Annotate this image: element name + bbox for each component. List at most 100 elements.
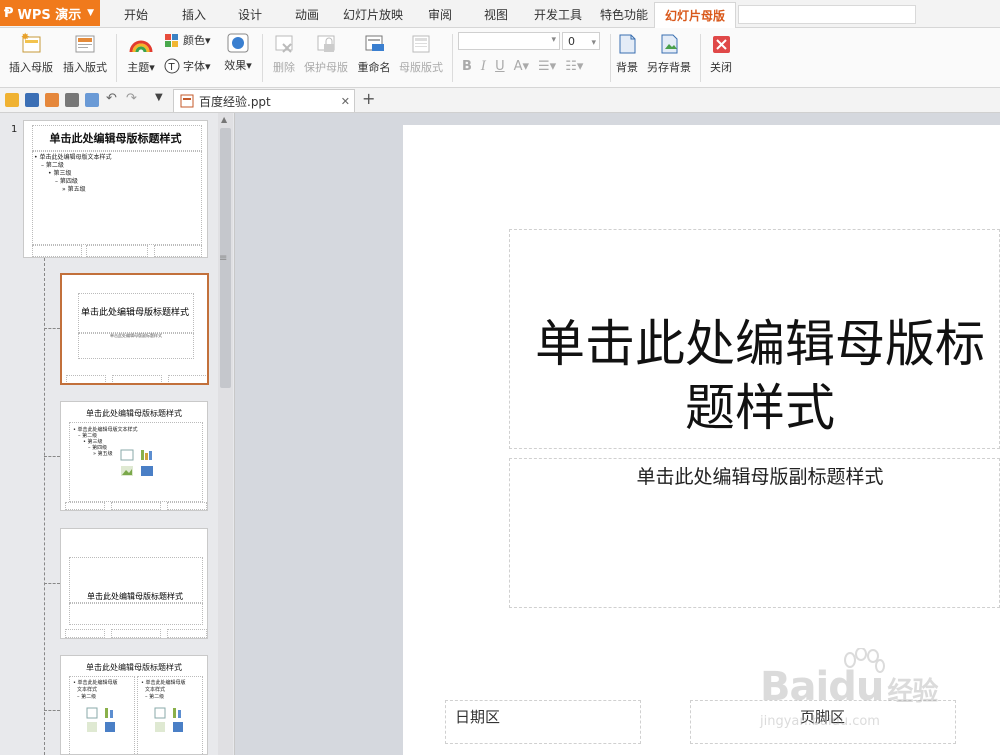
background-button[interactable]: 背景: [612, 32, 642, 78]
background-label: 背景: [616, 61, 638, 74]
master-slide-thumbnail[interactable]: 单击此处编辑母版标题样式 • 单击此处编辑母版文本样式 – 第二级 • 第三级 …: [23, 120, 208, 258]
effect-icon: [227, 33, 249, 53]
underline-button[interactable]: U: [495, 59, 505, 74]
tab-slide-master[interactable]: 幻灯片母版: [654, 2, 736, 28]
customize-dropdown-icon[interactable]: ▼: [155, 92, 163, 103]
footer-placeholder: [111, 502, 161, 510]
tab-developer[interactable]: 开发工具: [530, 4, 586, 26]
search-input[interactable]: [738, 5, 916, 24]
italic-button[interactable]: I: [481, 59, 486, 74]
master-layout-label: 母版版式: [399, 61, 443, 74]
app-name: WPS 演示: [17, 7, 82, 23]
content-placeholder-icons: [120, 449, 153, 476]
watermark-brand: Baidu 经验: [760, 664, 938, 710]
color-button[interactable]: 颜色 ▾: [164, 32, 220, 48]
close-icon: [713, 36, 730, 53]
save-as-icon[interactable]: [45, 93, 59, 107]
save-icon[interactable]: [25, 93, 39, 107]
theme-button[interactable]: 主题▾: [122, 32, 160, 78]
chevron-down-icon: ▾: [205, 33, 211, 47]
ribbon-divider: [700, 34, 701, 82]
save-background-button[interactable]: 另存背景: [644, 32, 694, 78]
ribbon-divider: [610, 34, 611, 82]
master-layout-icon: [412, 35, 430, 53]
close-tab-icon[interactable]: ✕: [341, 95, 350, 108]
title-layout-thumb-title: 单击此处编辑母版标题样式: [80, 308, 189, 318]
rename-button[interactable]: 重命名: [354, 32, 394, 78]
section-layout-thumbnail[interactable]: 单击此处编辑母版标题样式: [60, 528, 208, 639]
two-content-thumb-title: 单击此处编辑母版标题样式: [86, 663, 182, 672]
new-tab-icon[interactable]: +: [362, 89, 375, 108]
save-background-label: 另存背景: [647, 61, 691, 74]
layout-connector: [44, 456, 60, 457]
layout-connector: [44, 710, 60, 711]
number-placeholder: [154, 245, 202, 257]
svg-text:T: T: [168, 62, 176, 73]
section-layout-thumb-title: 单击此处编辑母版标题样式: [87, 592, 183, 601]
font-button[interactable]: T 字体 ▾: [164, 58, 220, 74]
effect-button[interactable]: 效果▾: [220, 32, 256, 78]
tab-home[interactable]: 开始: [114, 4, 158, 26]
content-layout-thumb-title: 单击此处编辑母版标题样式: [86, 409, 182, 418]
save-background-icon: [661, 34, 678, 54]
app-menu-button[interactable]: Ᵽ WPS 演示 ▼: [0, 0, 100, 26]
wps-logo-icon: Ᵽ: [4, 5, 14, 21]
font-size-select[interactable]: 0 ▾: [562, 32, 600, 50]
font-color-button[interactable]: A▾: [514, 59, 529, 74]
undo-icon[interactable]: ↶: [106, 91, 117, 106]
tab-slideshow[interactable]: 幻灯片放映: [340, 4, 406, 26]
right-column-text: • 单击此处编辑母版 文本样式 – 第二级: [141, 680, 186, 700]
print-preview-icon[interactable]: [85, 93, 99, 107]
protect-master-button[interactable]: 保护母版: [302, 32, 350, 78]
document-tab[interactable]: 百度经验.ppt ✕: [173, 89, 355, 112]
delete-label: 删除: [273, 61, 295, 74]
font-icon: T: [164, 58, 180, 74]
effect-label: 效果▾: [224, 59, 252, 72]
theme-rainbow-icon: [129, 40, 153, 53]
slide-subtitle[interactable]: 单击此处编辑母版副标题样式: [520, 462, 1000, 489]
scroll-up-icon[interactable]: ▲: [221, 115, 227, 124]
redo-icon[interactable]: ↷: [126, 91, 137, 106]
bold-button[interactable]: B: [462, 59, 472, 74]
right-placeholder-icons: [154, 707, 183, 732]
two-content-layout-thumbnail[interactable]: 单击此处编辑母版标题样式 • 单击此处编辑母版 文本样式 – 第二级 • 单击此…: [60, 655, 208, 755]
numbered-list-icon[interactable]: ☷▾: [565, 59, 583, 74]
tab-review[interactable]: 审阅: [418, 4, 462, 26]
color-label: 颜色: [183, 34, 205, 47]
tab-design[interactable]: 设计: [228, 4, 272, 26]
ribbon-divider: [116, 34, 117, 82]
insert-master-button[interactable]: ✸ 插入母版: [6, 32, 56, 78]
theme-label: 主题▾: [127, 61, 155, 74]
close-master-button[interactable]: 关闭: [706, 32, 736, 78]
font-label: 字体: [183, 60, 205, 73]
title-layout-thumbnail[interactable]: 单击此处编辑母版标题样式 单击此处编辑母版副标题样式: [60, 273, 209, 385]
date-placeholder: [65, 502, 105, 510]
font-name-select[interactable]: ▾: [458, 32, 560, 50]
splitter-grip-icon[interactable]: ≡: [219, 253, 227, 264]
master-thumb-text: • 单击此处编辑母版文本样式 – 第二级 • 第三级 – 第四级 » 第五级: [34, 154, 112, 193]
chevron-down-icon: ▾: [205, 59, 211, 73]
delete-slide-icon: [275, 35, 293, 53]
bullet-list-icon[interactable]: ☰▾: [538, 59, 556, 74]
tab-animation[interactable]: 动画: [285, 4, 329, 26]
print-icon[interactable]: [65, 93, 79, 107]
layout-connector: [44, 583, 60, 584]
tab-insert[interactable]: 插入: [172, 4, 216, 26]
master-layout-button[interactable]: 母版版式: [396, 32, 446, 78]
delete-button[interactable]: 删除: [268, 32, 300, 78]
open-folder-icon[interactable]: [5, 93, 19, 107]
slide-title[interactable]: 单击此处编辑母版标题样式: [520, 312, 1000, 440]
svg-text:✸: ✸: [21, 32, 29, 43]
content-layout-thumbnail[interactable]: 单击此处编辑母版标题样式 • 单击此处编辑母版文本样式 – 第二级 • 第三级 …: [60, 401, 208, 511]
tab-features[interactable]: 特色功能: [596, 4, 652, 26]
date-placeholder: [65, 629, 105, 638]
insert-layout-button[interactable]: 插入版式: [60, 32, 110, 78]
layout-connector-line: [44, 258, 45, 755]
date-placeholder: [32, 245, 82, 257]
master-thumb-title: 单击此处编辑母版标题样式: [49, 132, 182, 145]
chevron-down-icon: ▾: [591, 38, 596, 48]
lock-icon: [317, 35, 335, 52]
tab-view[interactable]: 视图: [474, 4, 518, 26]
date-placeholder-label: 日期区: [455, 708, 501, 726]
insert-master-label: 插入母版: [9, 61, 53, 74]
